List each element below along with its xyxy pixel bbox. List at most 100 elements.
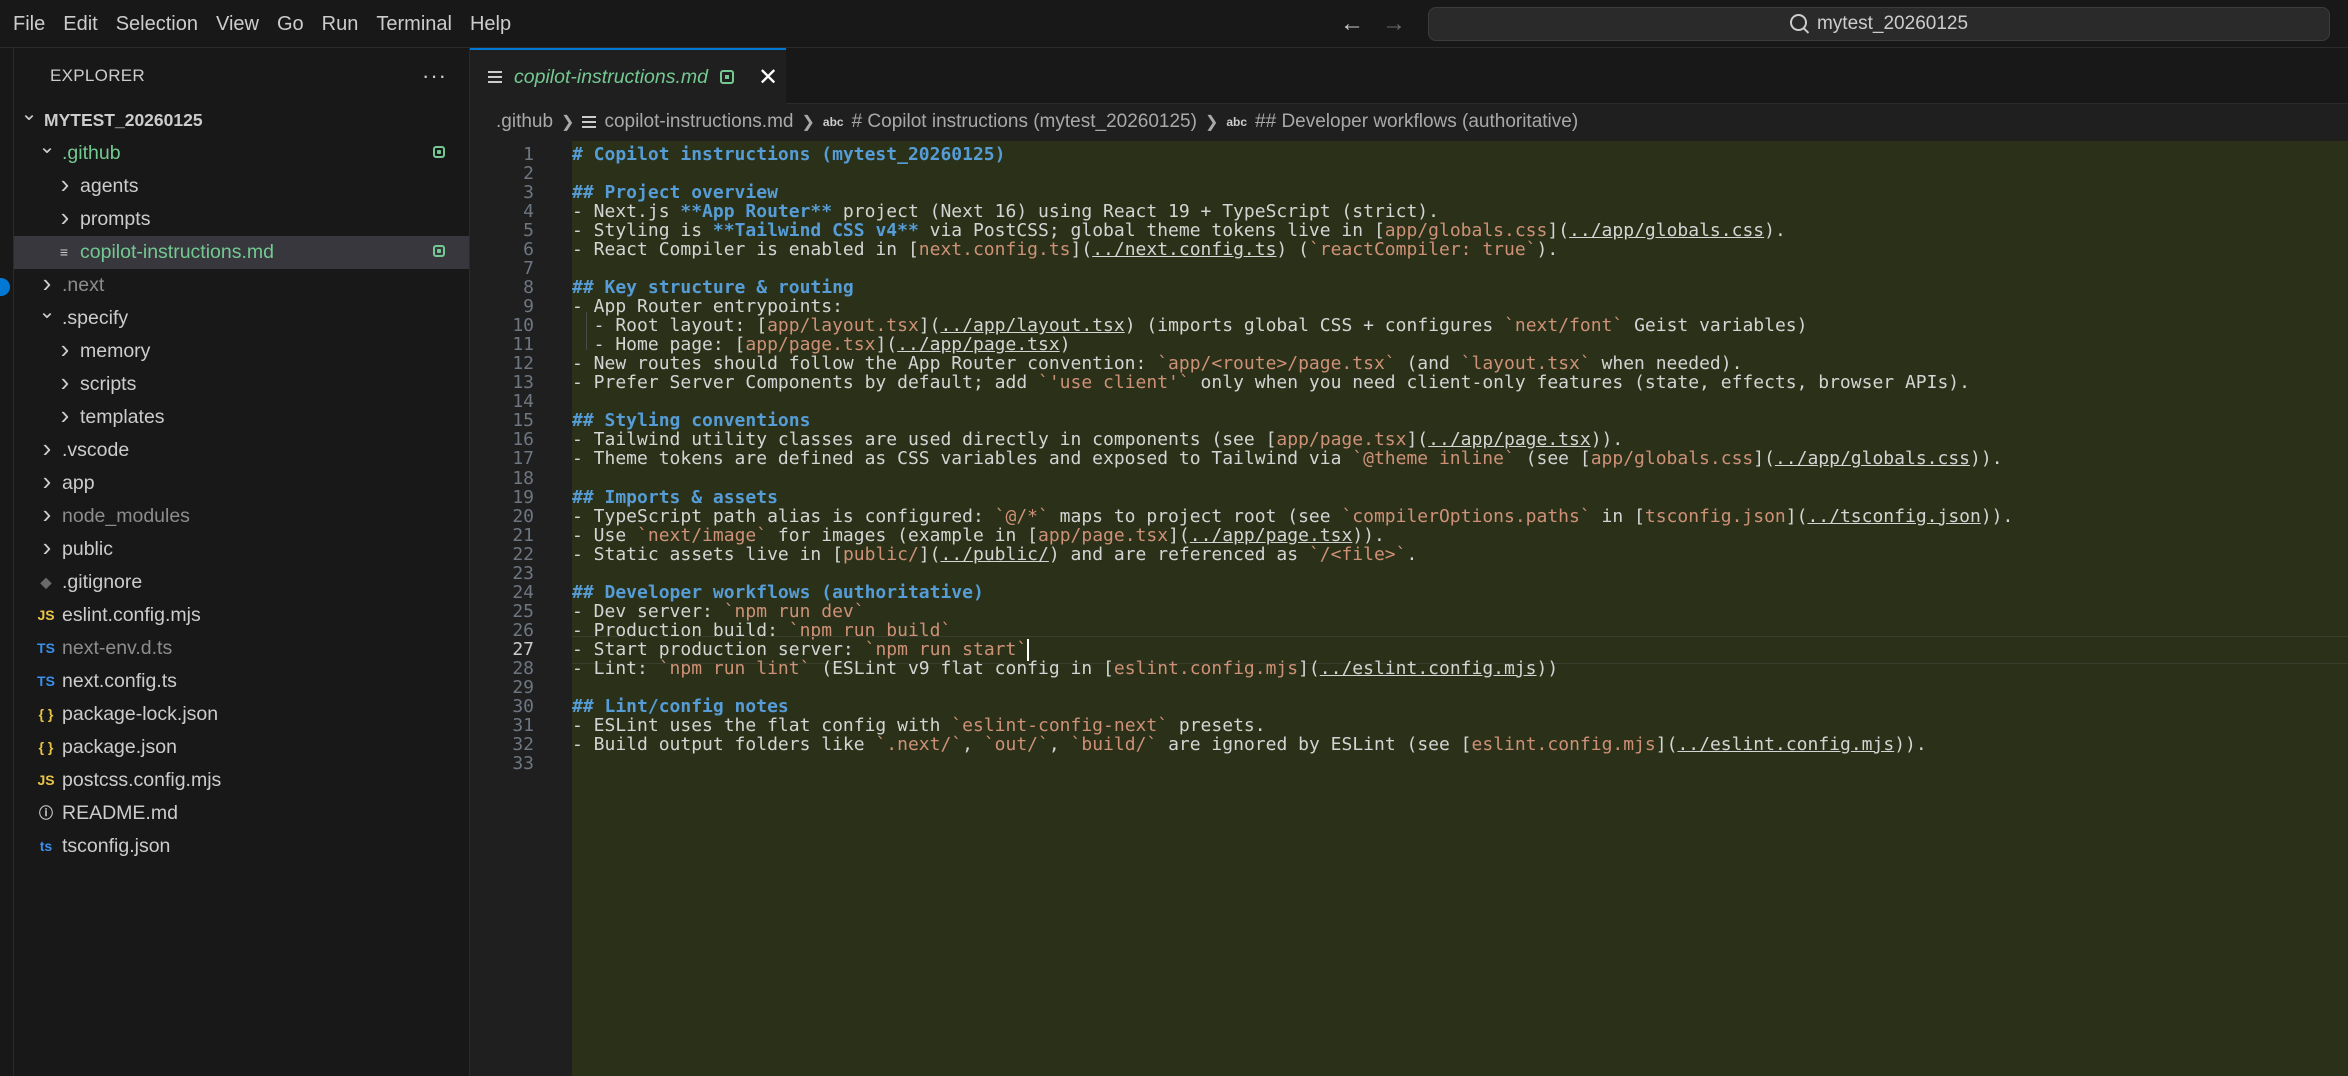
- menu-item-selection[interactable]: Selection: [107, 0, 207, 48]
- tree-item-package-lock-json[interactable]: { } package-lock.json: [14, 698, 469, 731]
- tree-item-specify[interactable]: ⌄ .specify: [14, 301, 469, 335]
- breadcrumb: .github ❯ copilot-instructions.md ❯ abc # Cop…: [496, 104, 1578, 140]
- tree-item-label: .github: [62, 142, 121, 164]
- chevron-right-icon: ›: [60, 400, 70, 430]
- tree-item-label: eslint.config.mjs: [62, 604, 201, 626]
- tree-item-scripts[interactable]: › scripts: [14, 367, 469, 401]
- tree-item-memory[interactable]: › memory: [14, 334, 469, 368]
- chevron-down-icon: ⌄: [38, 301, 56, 323]
- tree-item-label: next-env.d.ts: [62, 637, 173, 659]
- chevron-down-icon: ⌄: [38, 136, 56, 158]
- explorer-sidebar: EXPLORER ··· ⌄ MYTEST_20260125 ⌄ .github › ag…: [14, 48, 470, 1076]
- js-file-icon: JS: [37, 607, 55, 623]
- tree-item-label: .next: [62, 274, 105, 296]
- chevron-right-icon: ›: [42, 499, 52, 529]
- tree-item-next[interactable]: › .next: [14, 268, 469, 302]
- tree-item-postcss-config-mjs[interactable]: JS postcss.config.mjs: [14, 764, 469, 797]
- activity-bar: [0, 48, 14, 1076]
- tree-item-label: package.json: [62, 736, 177, 758]
- tree-item-eslint-config-mjs[interactable]: JS eslint.config.mjs: [14, 599, 469, 632]
- markdown-icon: ≡: [59, 244, 69, 260]
- tree-item-agents[interactable]: › agents: [14, 169, 469, 203]
- tree-item-label: agents: [80, 175, 139, 197]
- tree-item-label: copilot-instructions.md: [80, 241, 274, 263]
- breadcrumb-item[interactable]: ## Developer workflows (authoritative): [1255, 111, 1578, 133]
- menu-item-help[interactable]: Help: [461, 0, 520, 48]
- menu-item-file[interactable]: File: [4, 0, 54, 48]
- tree-item-app[interactable]: › app: [14, 466, 469, 500]
- menu-item-go[interactable]: Go: [268, 0, 313, 48]
- tree-item-gitignore[interactable]: ◆ .gitignore: [14, 566, 469, 599]
- tree-item-label: templates: [80, 406, 165, 428]
- menu-item-run[interactable]: Run: [313, 0, 368, 48]
- markdown-icon: [582, 116, 597, 128]
- menu-item-terminal[interactable]: Terminal: [367, 0, 461, 48]
- tree-item-node-modules[interactable]: › node_modules: [14, 499, 469, 533]
- tree-item-label: app: [62, 472, 95, 494]
- editor-area: copilot-instructions.md ✕ .github ❯ copilo…: [470, 48, 2348, 1076]
- command-center-search[interactable]: mytest_20260125: [1428, 7, 2330, 41]
- tree-item-prompts[interactable]: › prompts: [14, 202, 469, 236]
- tree-item-label: scripts: [80, 373, 137, 395]
- chevron-right-icon: ›: [60, 202, 70, 232]
- chevron-right-icon: ›: [60, 169, 70, 199]
- chevron-right-icon: ❯: [801, 114, 815, 131]
- tree-item-github[interactable]: ⌄ .github: [14, 136, 469, 170]
- breadcrumb-item[interactable]: copilot-instructions.md: [604, 111, 793, 133]
- tree-item-label: .vscode: [62, 439, 130, 461]
- tree-item-label: package-lock.json: [62, 703, 219, 725]
- arrow-left-icon[interactable]: ←: [1340, 10, 1364, 38]
- tree-item-label: memory: [80, 340, 151, 362]
- breadcrumb-item[interactable]: .github: [496, 111, 553, 133]
- tree-item-package-json[interactable]: { } package.json: [14, 731, 469, 764]
- info-icon: ⓘ: [39, 805, 53, 821]
- chevron-right-icon: ❯: [1204, 114, 1219, 131]
- tree-item-label: .gitignore: [62, 571, 143, 593]
- menu-item-edit[interactable]: Edit: [54, 0, 106, 48]
- menu-item-view[interactable]: View: [207, 0, 268, 48]
- tree-item-templates[interactable]: › templates: [14, 400, 469, 434]
- symbol-string-icon: abc: [822, 115, 844, 129]
- code-editor[interactable]: 1 # Copilot instructions (mytest_20260125…: [470, 141, 2348, 1076]
- git-file-icon: ◆: [40, 574, 52, 590]
- tab-bar: copilot-instructions.md ✕: [470, 48, 2348, 104]
- chevron-right-icon: ›: [42, 466, 52, 496]
- navigation-controls: ← →: [1340, 0, 1406, 48]
- menu-bar: File Edit Selection View Go Run Terminal Help: [0, 0, 520, 48]
- file-tree: ⌄ MYTEST_20260125 ⌄ .github › agents › prompts ≡…: [14, 103, 469, 863]
- tree-item-next-env-d-ts[interactable]: TS next-env.d.ts: [14, 632, 469, 665]
- arrow-right-icon[interactable]: →: [1382, 10, 1406, 38]
- tab-copilot-instructions[interactable]: copilot-instructions.md ✕: [470, 48, 786, 104]
- chevron-right-icon: ›: [60, 367, 70, 397]
- tree-item-label: public: [62, 538, 113, 560]
- tree-item-tsconfig-json[interactable]: ts tsconfig.json: [14, 830, 469, 863]
- search-text: mytest_20260125: [1816, 13, 1969, 34]
- explorer-header: EXPLORER ···: [14, 48, 469, 104]
- tree-item-public[interactable]: › public: [14, 532, 469, 566]
- tree-item-label: tsconfig.json: [62, 835, 171, 857]
- tree-item-label: README.md: [62, 802, 178, 824]
- tree-item-label: node_modules: [62, 505, 190, 527]
- chevron-right-icon: ›: [42, 532, 52, 562]
- tree-item-label: .specify: [62, 307, 129, 329]
- symbol-string-icon: abc: [1226, 115, 1248, 129]
- tree-item-copilot-instructions-md[interactable]: ≡ copilot-instructions.md: [14, 236, 469, 269]
- json-file-icon: { }: [38, 706, 54, 722]
- indent-guide: [586, 312, 587, 351]
- line-number: 33: [512, 752, 534, 774]
- git-added-badge-icon: [433, 245, 445, 257]
- chevron-right-icon: ›: [42, 433, 52, 463]
- tab-title: copilot-instructions.md: [514, 65, 708, 88]
- tree-item-label: postcss.config.mjs: [62, 769, 222, 791]
- tree-item-readme-md[interactable]: ⓘ README.md: [14, 797, 469, 830]
- close-icon[interactable]: ✕: [758, 63, 778, 92]
- tree-item-vscode[interactable]: › .vscode: [14, 433, 469, 467]
- ts-file-icon: TS: [37, 640, 55, 656]
- git-added-badge-icon: [433, 146, 445, 158]
- tree-item-mytest-20260125[interactable]: ⌄ MYTEST_20260125: [14, 103, 469, 137]
- title-bar: File Edit Selection View Go Run Terminal Help ←…: [0, 0, 2348, 48]
- tree-item-next-config-ts[interactable]: TS next.config.ts: [14, 665, 469, 698]
- activity-indicator[interactable]: [0, 278, 10, 296]
- more-actions-icon[interactable]: ···: [422, 63, 447, 89]
- breadcrumb-item[interactable]: # Copilot instructions (mytest_20260125): [852, 111, 1197, 133]
